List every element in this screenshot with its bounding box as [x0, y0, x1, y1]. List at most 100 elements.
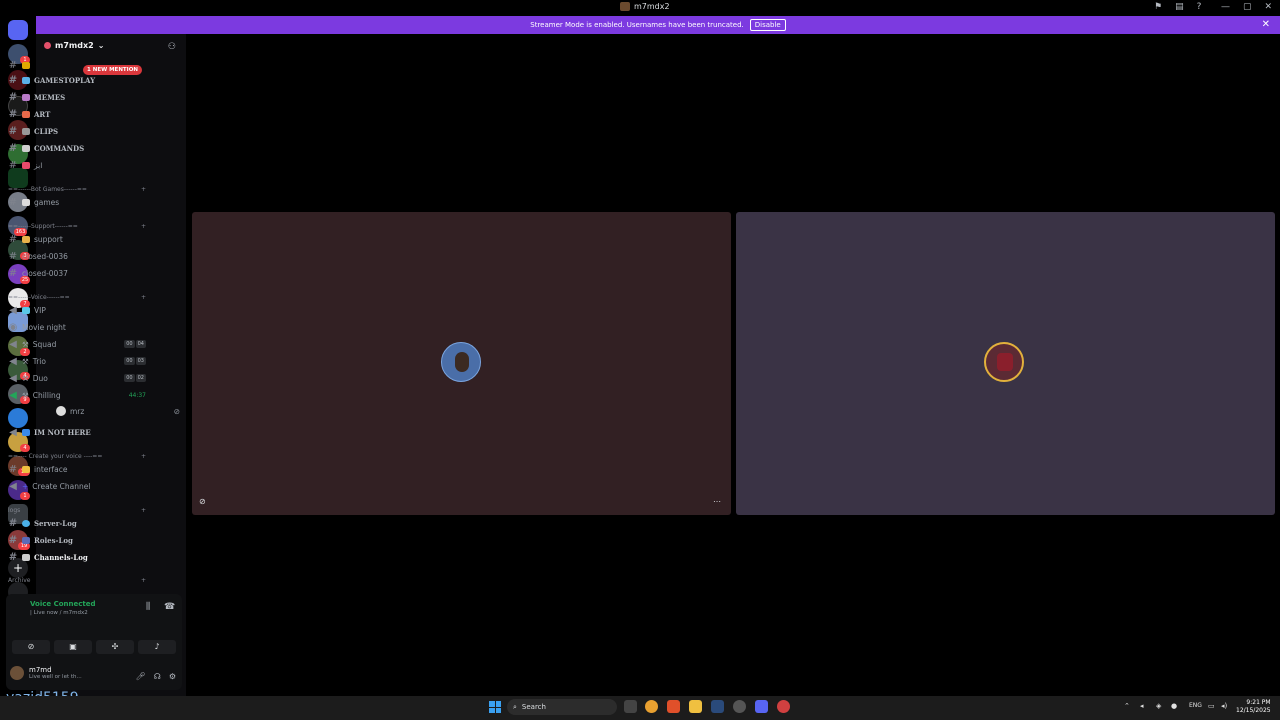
voice-channel-item[interactable]: ◀ VIP: [8, 303, 146, 317]
tray-chevron-icon[interactable]: ⌃: [1124, 702, 1130, 710]
camera-icon[interactable]: ⊘: [12, 640, 50, 654]
volume-icon[interactable]: ◂): [1221, 702, 1227, 710]
voice-channel-item-active[interactable]: ◀ ⚒ Chilling 44:37: [8, 388, 146, 402]
help-icon[interactable]: ?: [1197, 2, 1202, 12]
voice-channel-item[interactable]: ◀ IM NOT HERE: [8, 425, 146, 439]
category-support[interactable]: ==------Support------== +: [8, 221, 146, 231]
tray-app-icon[interactable]: ◈: [1156, 702, 1161, 710]
server-dot-icon: [44, 42, 51, 49]
category-archive[interactable]: Archive +: [8, 575, 146, 585]
start-icon[interactable]: [489, 701, 501, 713]
category-logs[interactable]: logs +: [8, 505, 146, 515]
globe-icon: [22, 519, 30, 527]
inbox-icon[interactable]: ▤: [1175, 2, 1184, 12]
user-controls: 🎤︎ ☊ ⚙: [136, 672, 176, 681]
users-icon: [22, 536, 30, 544]
noise-suppression-icon[interactable]: ⫼: [146, 602, 150, 612]
voice-user[interactable]: mrz ⊘: [56, 404, 180, 418]
voice-actions: ⊘ ▣ ✣ ♪: [12, 640, 176, 654]
bulb-icon: [22, 61, 30, 69]
camera-off-icon[interactable]: ⊘: [199, 497, 206, 506]
category-create-voice[interactable]: ==---- Create your voice ----== +: [8, 451, 146, 461]
channel-item[interactable]: # ابز: [8, 158, 146, 172]
channel-emoji-icon: [22, 76, 30, 84]
maximize-icon[interactable]: ▢: [1243, 2, 1252, 12]
voice-channel-item[interactable]: ◀ ⚒ Squad 00 04: [8, 337, 146, 351]
more-options-icon[interactable]: ⋯: [713, 497, 721, 506]
tool-icon: ⚒: [22, 390, 29, 400]
channel-item[interactable]: # GAMESTOPLAY: [8, 73, 146, 87]
brave-icon[interactable]: [667, 700, 680, 713]
channel-item[interactable]: # closed-0037: [8, 266, 146, 280]
add-channel-icon[interactable]: +: [141, 577, 146, 584]
banner-text: Streamer Mode is enabled. Usernames have…: [530, 21, 744, 29]
close-banner-icon[interactable]: ✕: [1262, 19, 1270, 30]
channel-item[interactable]: # Server-Log: [8, 516, 146, 530]
minimize-icon[interactable]: —: [1221, 2, 1230, 12]
disconnect-icon[interactable]: ☎: [164, 602, 175, 612]
voice-channel-item[interactable]: ◀ ⚒ Trio 00 03: [8, 354, 146, 368]
channel-item[interactable]: # Roles-Log: [8, 533, 146, 547]
app-icon[interactable]: [777, 700, 790, 713]
disable-button[interactable]: Disable: [749, 19, 786, 31]
channel-item[interactable]: # COMMANDS: [8, 141, 146, 155]
channel-emoji-icon: [22, 110, 30, 118]
channel-item[interactable]: # CLIPS: [8, 124, 146, 138]
tray-mic-icon[interactable]: ●: [1171, 702, 1177, 710]
stage-channel-item[interactable]: ◉ Movie night: [8, 320, 146, 334]
username: m7md: [29, 666, 52, 674]
steam-icon[interactable]: [711, 700, 724, 713]
add-channel-icon[interactable]: +: [141, 294, 146, 301]
app-icon[interactable]: [733, 700, 746, 713]
hash-icon: #: [8, 267, 18, 279]
hash-icon: #: [8, 159, 18, 171]
flag-icon[interactable]: ⚑: [1154, 2, 1162, 12]
channel-item[interactable]: # support: [8, 232, 146, 246]
channel-item[interactable]: # closed-0036: [8, 249, 146, 263]
settings-gear-icon[interactable]: ⚙: [169, 672, 176, 681]
chrome-icon[interactable]: [645, 700, 658, 713]
dice-icon: [22, 198, 30, 206]
channel-item[interactable]: # ART: [8, 107, 146, 121]
hash-icon: #: [8, 108, 18, 120]
voice-channel-item[interactable]: ◀ + Create Channel: [8, 479, 146, 493]
taskbar-clock[interactable]: 9:21 PM 12/15/2025: [1236, 699, 1271, 715]
discord-window: m7mdx2 ⚑ ▤ ? — ▢ ✕ Streamer Mode is enab…: [0, 0, 1280, 720]
window-controls: — ▢ ✕: [1221, 2, 1272, 12]
add-channel-icon[interactable]: +: [141, 223, 146, 230]
voice-channel-item[interactable]: ◀ ⚒ Duo 00 02: [8, 371, 146, 385]
add-channel-icon[interactable]: +: [141, 507, 146, 514]
channel-item-selected[interactable]: # Channels-Log: [8, 550, 146, 564]
network-icon[interactable]: ▭: [1208, 702, 1215, 710]
file-explorer-icon[interactable]: [689, 700, 702, 713]
participant-avatar: [441, 342, 481, 382]
channel-item[interactable]: # interface: [8, 462, 146, 476]
tray-app-icon[interactable]: ◂: [1140, 702, 1144, 710]
add-channel-icon[interactable]: +: [141, 453, 146, 460]
discord-taskbar-icon[interactable]: [755, 700, 768, 713]
voice-location[interactable]: | Live now / m7mdx2: [30, 610, 88, 616]
activities-icon[interactable]: ✣: [96, 640, 134, 654]
language-indicator[interactable]: ENG: [1189, 702, 1202, 709]
user-area[interactable]: m7md Live well or let th...: [10, 666, 82, 680]
taskbar-search[interactable]: ⌕ Search: [507, 699, 617, 715]
user-limit: 00 02: [124, 374, 146, 382]
channel-item[interactable]: # MEMES: [8, 90, 146, 104]
server-header[interactable]: m7mdx2 ⌄: [44, 41, 104, 50]
soundboard-icon[interactable]: ♪: [138, 640, 176, 654]
hash-icon: #: [8, 551, 18, 563]
headphones-icon[interactable]: ☊: [154, 672, 161, 681]
voice-connected-status[interactable]: Voice Connected: [30, 600, 96, 608]
discord-home-icon[interactable]: [8, 20, 28, 40]
channel-item[interactable]: # games: [8, 195, 146, 209]
category-bot-games[interactable]: ==------Bot Games------== +: [8, 184, 146, 194]
close-window-icon[interactable]: ✕: [1264, 2, 1272, 12]
category-voice[interactable]: ==------Voice------== +: [8, 292, 146, 302]
ticket-icon: [22, 235, 30, 243]
screen-share-icon[interactable]: ▣: [54, 640, 92, 654]
add-channel-icon[interactable]: +: [141, 186, 146, 193]
channel-emoji-icon: [22, 144, 30, 152]
task-view-icon[interactable]: [624, 700, 637, 713]
microphone-icon[interactable]: 🎤︎: [136, 672, 146, 681]
invite-icon[interactable]: ⚇: [168, 42, 176, 52]
